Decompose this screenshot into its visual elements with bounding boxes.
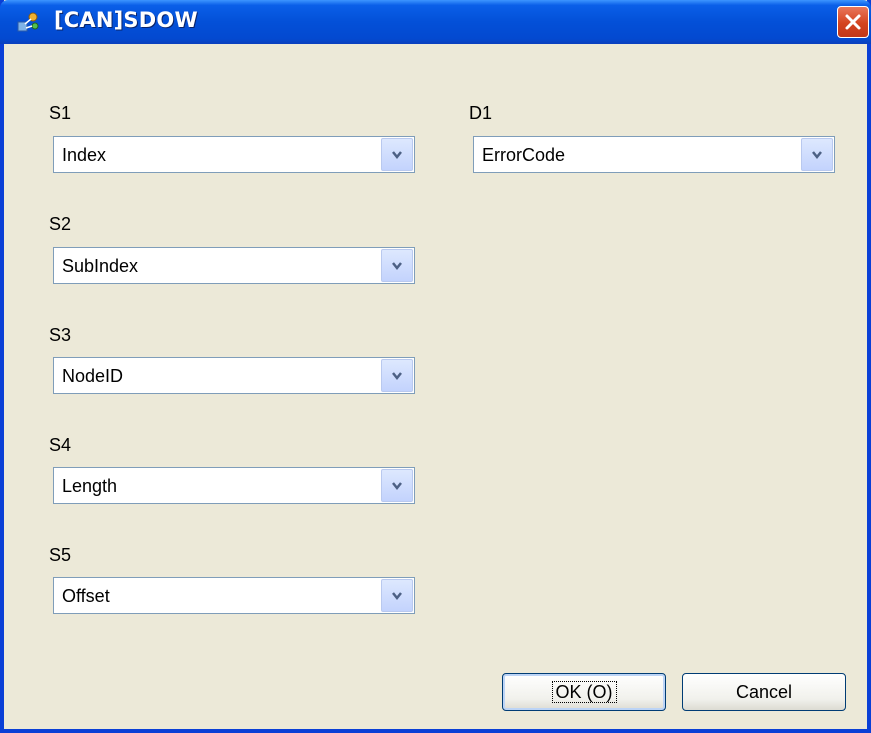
s5-value: Offset: [62, 586, 110, 606]
s1-label: S1: [49, 103, 72, 123]
cancel-button-label: Cancel: [735, 682, 793, 702]
s3-label: S3: [49, 325, 72, 345]
d1-value: ErrorCode: [482, 145, 566, 165]
s1-dropdown-button[interactable]: [381, 138, 413, 171]
chevron-down-icon: [392, 262, 402, 271]
d1-dropdown-button[interactable]: [801, 138, 833, 171]
s2-select[interactable]: SubIndex: [53, 247, 415, 284]
window-title: [CAN]SDOW: [54, 8, 198, 32]
s3-select[interactable]: NodeID: [53, 357, 415, 394]
dialog-window: [CAN]SDOW S1 Index S2 SubIndex S3 NodeID…: [0, 0, 871, 733]
close-button[interactable]: [837, 6, 869, 38]
app-network-icon: [17, 12, 39, 32]
s3-dropdown-button[interactable]: [381, 359, 413, 392]
chevron-down-icon: [392, 372, 402, 381]
d1-label: D1: [469, 103, 493, 123]
s4-select[interactable]: Length: [53, 467, 415, 504]
s2-dropdown-button[interactable]: [381, 249, 413, 282]
s4-label: S4: [49, 435, 72, 455]
s3-value: NodeID: [62, 366, 124, 386]
s4-value: Length: [62, 476, 118, 496]
s1-value: Index: [62, 145, 107, 165]
chevron-down-icon: [392, 482, 402, 491]
chevron-down-icon: [812, 151, 822, 160]
ok-button-label: OK (O): [551, 681, 617, 703]
s4-dropdown-button[interactable]: [381, 469, 413, 502]
s2-label: S2: [49, 214, 72, 234]
d1-select[interactable]: ErrorCode: [473, 136, 835, 173]
ok-button[interactable]: OK (O): [502, 673, 666, 711]
close-icon: [845, 14, 861, 30]
title-bar[interactable]: [CAN]SDOW: [0, 0, 871, 44]
chevron-down-icon: [392, 592, 402, 601]
s1-select[interactable]: Index: [53, 136, 415, 173]
s2-value: SubIndex: [62, 256, 139, 276]
s5-dropdown-button[interactable]: [381, 579, 413, 612]
s5-label: S5: [49, 545, 72, 565]
chevron-down-icon: [392, 151, 402, 160]
cancel-button[interactable]: Cancel: [682, 673, 846, 711]
s5-select[interactable]: Offset: [53, 577, 415, 614]
